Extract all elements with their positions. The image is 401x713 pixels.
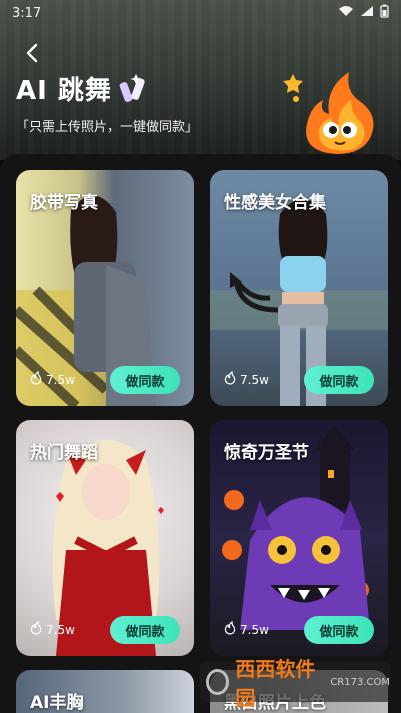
page-subtitle: 「只需上传照片，一键做同款」 [16, 120, 199, 135]
card-title: AI丰胸 [30, 693, 84, 713]
page-title: AI 跳舞 [16, 76, 112, 106]
like-count-value: 7.5w [46, 622, 75, 637]
back-button[interactable] [20, 40, 46, 66]
status-bar: 3:17 [0, 0, 401, 26]
like-count-value: 7.5w [46, 372, 75, 387]
template-card[interactable]: 性感美女合集 7.5w 做同款 [210, 170, 388, 406]
flame-icon [224, 370, 236, 388]
make-same-button[interactable]: 做同款 [304, 616, 374, 644]
watermark-url: CR173.COM [330, 676, 390, 688]
template-card[interactable]: 热门舞蹈 7.5w 做同款 [16, 420, 194, 656]
template-card[interactable]: 胶带写真 7.5w 做同款 [16, 170, 194, 406]
status-icons [338, 4, 389, 22]
make-same-button[interactable]: 做同款 [304, 366, 374, 394]
wifi-icon [338, 5, 354, 21]
watermark-brand: 西西软件园 [235, 657, 316, 710]
like-count-value: 7.5w [240, 622, 269, 637]
flame-icon [224, 620, 236, 638]
watermark-logo-icon [206, 669, 230, 695]
template-card[interactable]: AI丰胸 [16, 670, 194, 713]
card-title: 胶带写真 [30, 193, 98, 213]
flame-icon [30, 620, 42, 638]
like-count: 7.5w [224, 370, 269, 388]
title-row: AI 跳舞 [16, 70, 152, 107]
magic-wand-icon [118, 72, 152, 106]
like-count: 7.5w [224, 620, 269, 638]
card-title: 性感美女合集 [224, 193, 326, 213]
site-watermark: 西西软件园 CR173.COM [200, 657, 390, 710]
like-count: 7.5w [30, 370, 75, 388]
make-same-button[interactable]: 做同款 [110, 366, 180, 394]
signal-icon [360, 5, 374, 21]
flame-mascot [279, 66, 389, 156]
make-same-button[interactable]: 做同款 [110, 616, 180, 644]
like-count-value: 7.5w [240, 372, 269, 387]
card-title: 热门舞蹈 [30, 443, 98, 463]
like-count: 7.5w [30, 620, 75, 638]
template-card[interactable]: 惊奇万圣节 7.5w 做同款 [210, 420, 388, 656]
status-time: 3:17 [12, 5, 42, 21]
battery-icon [380, 4, 389, 22]
chevron-left-icon [26, 43, 38, 63]
card-title: 惊奇万圣节 [224, 443, 309, 463]
template-sheet: 胶带写真 7.5w 做同款 性感美女合集 7.5w 做同款 热门舞蹈 7.5w … [0, 154, 401, 713]
flame-icon [30, 370, 42, 388]
